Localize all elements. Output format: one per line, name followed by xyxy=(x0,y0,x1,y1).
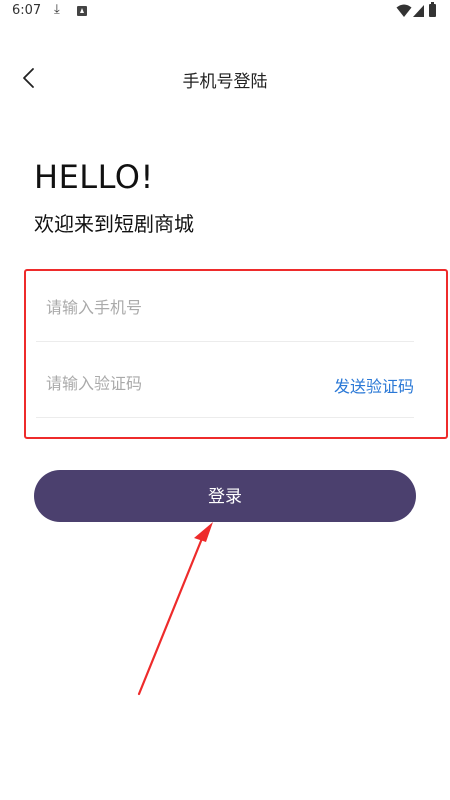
header: 手机号登陆 xyxy=(0,56,450,100)
download-icon: ⤓ xyxy=(54,2,60,17)
app-notification-icon xyxy=(77,6,87,16)
status-bar: 6:07 ⤓ xyxy=(0,0,450,24)
battery-icon xyxy=(429,2,436,17)
page-title: 手机号登陆 xyxy=(182,72,268,92)
status-time: 6:07 xyxy=(12,3,42,18)
hello-heading: HELLO! xyxy=(34,158,154,196)
wifi-icon xyxy=(396,4,412,17)
phone-row xyxy=(36,271,414,342)
phone-input[interactable] xyxy=(46,295,306,319)
login-button[interactable]: 登录 xyxy=(34,470,416,522)
welcome-text: 欢迎来到短剧商城 xyxy=(34,212,194,236)
signal-icon xyxy=(413,5,424,17)
verification-code-input[interactable] xyxy=(46,371,306,395)
login-form-highlight: 发送验证码 xyxy=(24,269,448,439)
send-code-button[interactable]: 发送验证码 xyxy=(334,373,414,397)
code-row: 发送验证码 xyxy=(36,347,414,418)
